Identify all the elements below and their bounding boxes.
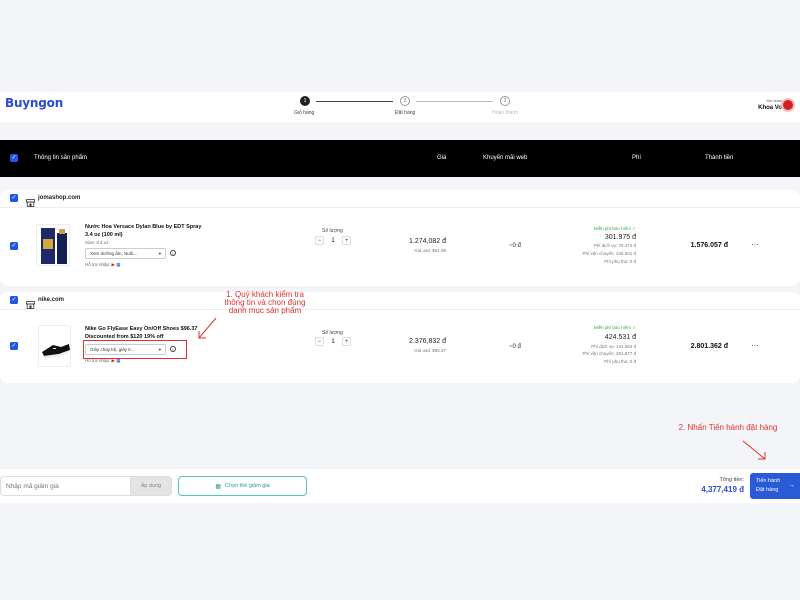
category-select[interactable]: Xem dưỡng ẩm, Nuôi... ▾ [85,248,166,259]
step-1-label: Giỏ hàng [294,110,315,116]
shop-card-jomashop: ✓ jomashop.com ✓ Nước Hoa Versace Dylan … [0,190,800,286]
col-promo: Khuyến mãi web [483,155,528,161]
choose-voucher-button[interactable]: ▦ Chọn thẻ giảm giá [178,476,307,496]
shop-card-nike: ✓ nike.com ✓ Nike Go FlyEase Easy On/Off… [0,292,800,383]
item-price: 2.376,832 đ [409,338,446,345]
product-name[interactable]: Nước Hoa Versace Dylan Blue by EDT Spray… [85,223,210,239]
qty-value[interactable]: 1 [324,238,342,244]
line-total: 1.576.057 đ [690,242,728,249]
info-icon[interactable]: i [170,250,176,256]
fee-extra: Phí phụ thu: 0 đ [604,259,636,264]
item-promo: ~0 đ [509,344,521,350]
store-icon [26,296,35,309]
item-price: 1.274,082 đ [409,238,446,245]
category-highlight-box [83,340,187,359]
shop-checkbox[interactable]: ✓ [10,194,18,202]
step-3-dot: 3 [500,96,510,106]
item-price-usd: Giá usd: $96.37 [414,348,446,353]
item-checkbox[interactable]: ✓ [10,242,18,250]
step-line-2 [416,101,493,102]
quantity-stepper: − 1 + [315,337,351,346]
arrow-right-icon: → [788,482,795,489]
fee-total: 301.975 đ [604,234,636,241]
top-header [0,92,800,122]
qty-increase-button[interactable]: + [342,236,351,245]
annotation-step-2: 2. Nhấn Tiến hành đặt hàng [678,423,778,432]
product-thumbnail[interactable] [36,224,70,266]
shop-name[interactable]: nike.com [38,297,64,303]
item-checkbox[interactable]: ✓ [10,342,18,350]
col-total: Thành tiền [705,155,734,161]
free-insurance-badge: Miễn phí bảo hiểm ✓ [593,226,636,231]
shop-checkbox[interactable]: ✓ [10,296,18,304]
step-2-label: Đặt hàng [395,110,416,116]
select-all-checkbox[interactable]: ✓ [10,154,18,162]
qty-decrease-button[interactable]: − [315,337,324,346]
fee-shipping: Phí vận chuyển: 281.877 đ [582,351,636,356]
card-divider [0,207,800,208]
store-icon [26,194,35,207]
check-circle-icon: ✓ [632,226,636,231]
qty-label: Số lượng [322,228,343,234]
qty-decrease-button[interactable]: − [315,236,324,245]
fee-service: Phí dịch vụ: 76.474 đ [593,243,636,248]
product-thumbnail[interactable] [38,325,71,367]
category-select-value: Xem dưỡng ẩm, Nuôi... [90,251,137,256]
user-greeting: Xin chào [766,98,782,103]
quantity-stepper: − 1 + [315,236,351,245]
product-size: Size: 3.4 oz [85,240,109,245]
checkout-button[interactable]: Tiến hành Đặt hàng → [750,473,800,499]
user-name[interactable]: Khoa Vo [758,105,782,111]
support-label: Hỗ trợ nhập: ▶ ▦ [85,262,121,267]
grand-total-label: Tổng tiền: [719,477,744,483]
annotation-arrow-1 [198,317,217,339]
annotation-step-1: 1. Quý khách kiểm tra thông tin và chọn … [224,290,306,315]
qty-value[interactable]: 1 [324,339,342,345]
choose-voucher-label: Chọn thẻ giảm giá [225,483,270,489]
item-promo: ~0 đ [509,243,521,249]
cart-table-header: ✓ Thông tin sản phẩm Giá Khuyến mãi web … [0,140,800,177]
us-flag-icon: ▦ [116,262,121,267]
col-price: Giá [437,155,447,161]
col-fee: Phí [632,155,642,161]
shop-name[interactable]: jomashop.com [38,195,80,201]
fee-shipping: Phí vận chuyển: 225.501 đ [582,251,636,256]
step-2-dot: 2 [400,96,410,106]
item-price-usd: Giá usd: $51.99 [414,248,446,253]
brand-logo[interactable]: Buyngon [5,96,63,110]
line-total: 2.801.362 đ [690,343,728,350]
youtube-icon: ▶ [111,262,115,267]
col-product-info: Thông tin sản phẩm [34,155,88,161]
more-options-icon[interactable]: ⋯ [751,341,759,350]
checkout-label: Tiến hành Đặt hàng [756,478,781,493]
free-insurance-badge: Miễn phí bảo hiểm ✓ [593,325,636,330]
annotation-arrow-2 [742,440,766,460]
apply-voucher-button[interactable]: Áp dụng [130,476,172,496]
check-circle-icon: ✓ [632,325,636,330]
more-options-icon[interactable]: ⋯ [751,240,759,249]
grand-total-value: 4,377,419 đ [701,485,744,494]
user-avatar[interactable] [781,98,795,112]
ticket-icon: ▦ [215,483,222,490]
card-divider [0,309,800,310]
voucher-code-input[interactable] [0,476,130,496]
step-1-dot: 1 [300,96,310,106]
chevron-down-icon: ▾ [158,250,161,256]
qty-increase-button[interactable]: + [342,337,351,346]
fee-total: 424.531 đ [604,334,636,341]
step-line-1 [316,101,393,102]
step-3-label: Hoàn thành [492,110,518,116]
fee-extra: Phí phụ thu: 0 đ [604,359,636,364]
product-name[interactable]: Nike Go FlyEase Easy On/Off Shoes $96.37… [85,325,210,341]
qty-label: Số lượng [322,330,343,336]
